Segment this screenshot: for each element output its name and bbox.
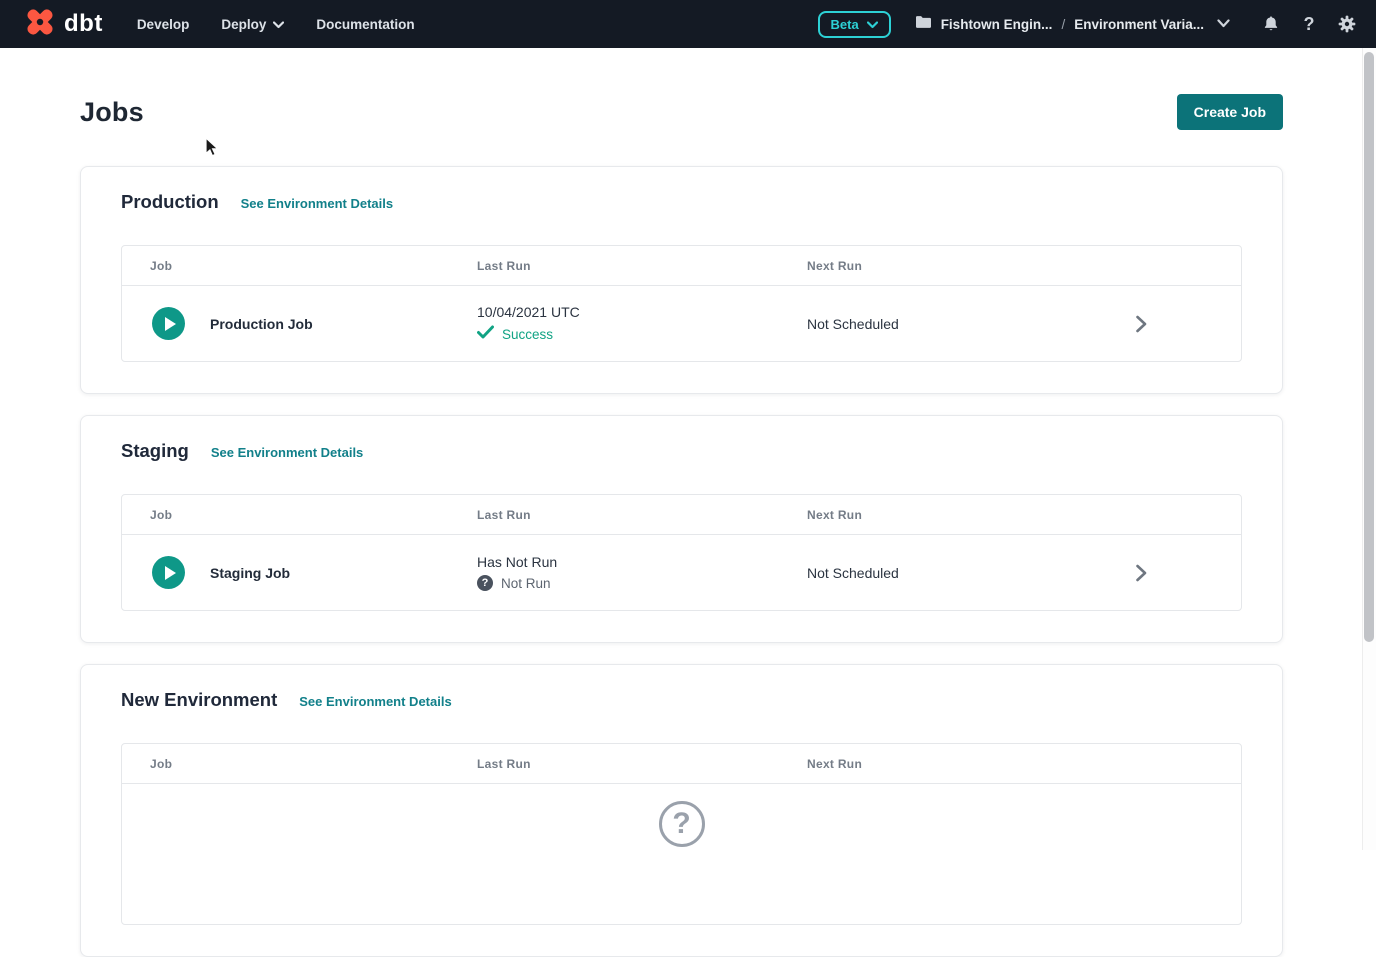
nav-item-label: Documentation: [316, 17, 414, 32]
see-environment-details-link[interactable]: See Environment Details: [211, 445, 363, 460]
job-cell: Staging Job: [150, 556, 477, 589]
page-header: Jobs Create Job: [80, 94, 1283, 130]
chevron-right-icon: [1136, 315, 1147, 333]
row-chevron[interactable]: [1121, 315, 1161, 333]
jobs-table: Job Last Run Next Run ?: [121, 743, 1242, 925]
environment-header: New Environment See Environment Details: [121, 689, 1242, 711]
vertical-scrollbar-thumb[interactable]: [1364, 52, 1374, 642]
status-label: Not Run: [501, 576, 551, 591]
notifications-bell-icon[interactable]: [1260, 12, 1282, 36]
see-environment-details-link[interactable]: See Environment Details: [241, 196, 393, 211]
settings-gear-icon[interactable]: [1336, 12, 1358, 36]
last-run-date: Has Not Run: [477, 554, 807, 570]
jobs-page: Jobs Create Job Production See Environme…: [80, 48, 1283, 957]
breadcrumb-account[interactable]: Fishtown Engin...: [941, 17, 1053, 32]
jobs-table-header: Job Last Run Next Run: [122, 246, 1241, 286]
beta-selector[interactable]: Beta: [818, 11, 891, 38]
environment-card-production: Production See Environment Details Job L…: [80, 166, 1283, 394]
jobs-table: Job Last Run Next Run Production Job 10/…: [121, 245, 1242, 362]
beta-label: Beta: [831, 17, 859, 32]
chevron-down-icon: [1217, 15, 1230, 33]
environment-header: Staging See Environment Details: [121, 440, 1242, 462]
dbt-logo[interactable]: dbt: [22, 4, 103, 45]
folder-icon: [915, 15, 932, 34]
jobs-table-header: Job Last Run Next Run: [122, 495, 1241, 535]
breadcrumb-project[interactable]: Environment Varia...: [1074, 17, 1204, 32]
next-run-cell: Not Scheduled: [807, 565, 1121, 581]
column-header-job: Job: [150, 508, 477, 522]
check-icon: [477, 325, 494, 344]
column-header-last-run: Last Run: [477, 508, 807, 522]
chevron-right-icon: [1136, 564, 1147, 582]
play-icon: [165, 317, 176, 331]
chevron-down-icon: [273, 17, 284, 32]
column-header-last-run: Last Run: [477, 757, 807, 771]
environment-card-staging: Staging See Environment Details Job Last…: [80, 415, 1283, 643]
job-name: Production Job: [210, 316, 313, 332]
main-nav: Develop Deploy Documentation: [137, 17, 447, 32]
dbt-logo-icon: [22, 4, 58, 45]
jobs-table-header: Job Last Run Next Run: [122, 744, 1241, 784]
last-run-status: ? Not Run: [477, 575, 807, 591]
environment-card-new-environment: New Environment See Environment Details …: [80, 664, 1283, 957]
run-job-play-button[interactable]: [152, 307, 185, 340]
top-navbar: dbt Develop Deploy Documentation Beta Fi…: [0, 0, 1376, 48]
vertical-scrollbar-track[interactable]: [1362, 48, 1376, 850]
project-breadcrumb[interactable]: Fishtown Engin... / Environment Varia...: [915, 15, 1230, 34]
see-environment-details-link[interactable]: See Environment Details: [299, 694, 451, 709]
last-run-cell: Has Not Run ? Not Run: [477, 554, 807, 591]
nav-item-label: Deploy: [221, 17, 266, 32]
play-icon: [165, 566, 176, 580]
column-header-job: Job: [150, 757, 477, 771]
last-run-cell: 10/04/2021 UTC Success: [477, 304, 807, 344]
page-title: Jobs: [80, 97, 144, 128]
dbt-logo-text: dbt: [64, 12, 103, 36]
environment-name: Production: [121, 191, 219, 213]
run-job-play-button[interactable]: [152, 556, 185, 589]
status-label: Success: [502, 327, 553, 342]
job-row-staging-job[interactable]: Staging Job Has Not Run ? Not Run Not Sc…: [122, 535, 1241, 610]
empty-jobs-body: ?: [122, 784, 1241, 924]
question-circle-icon: ?: [477, 575, 493, 591]
last-run-status: Success: [477, 325, 807, 344]
environment-name: Staging: [121, 440, 189, 462]
create-job-button[interactable]: Create Job: [1177, 94, 1283, 130]
chevron-down-icon: [867, 17, 878, 32]
nav-item-label: Develop: [137, 17, 190, 32]
job-row-production-job[interactable]: Production Job 10/04/2021 UTC Success No…: [122, 286, 1241, 361]
job-name: Staging Job: [210, 565, 290, 581]
help-icon[interactable]: ?: [1298, 12, 1320, 36]
environment-header: Production See Environment Details: [121, 191, 1242, 213]
navbar-right: Beta Fishtown Engin... / Environment Var…: [818, 11, 1359, 38]
next-run-cell: Not Scheduled: [807, 316, 1121, 332]
jobs-table: Job Last Run Next Run Staging Job Has No…: [121, 494, 1242, 611]
row-chevron[interactable]: [1121, 564, 1161, 582]
column-header-next-run: Next Run: [807, 259, 1121, 273]
column-header-next-run: Next Run: [807, 508, 1121, 522]
breadcrumb-separator: /: [1061, 17, 1065, 32]
environment-name: New Environment: [121, 689, 277, 711]
nav-item-deploy[interactable]: Deploy: [221, 17, 284, 32]
job-cell: Production Job: [150, 307, 477, 340]
column-header-job: Job: [150, 259, 477, 273]
last-run-date: 10/04/2021 UTC: [477, 304, 807, 320]
nav-item-documentation[interactable]: Documentation: [316, 17, 414, 32]
column-header-next-run: Next Run: [807, 757, 1121, 771]
nav-item-develop[interactable]: Develop: [137, 17, 190, 32]
empty-state-question-circle-icon: ?: [659, 801, 705, 847]
column-header-last-run: Last Run: [477, 259, 807, 273]
